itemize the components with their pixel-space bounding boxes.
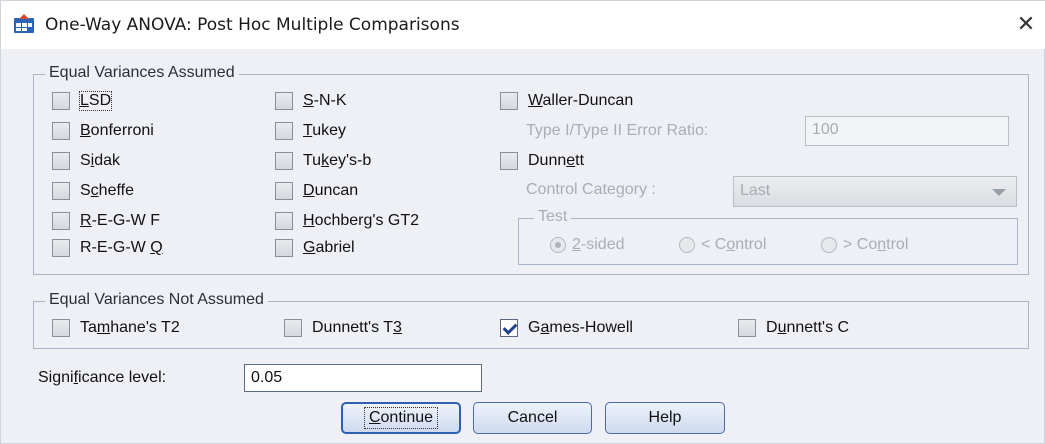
gabriel-label: Gabriel bbox=[303, 239, 355, 256]
snk-checkbox[interactable]: S-N-K bbox=[275, 92, 347, 110]
sidak-checkbox[interactable]: Sidak bbox=[52, 152, 120, 170]
cancel-label: Cancel bbox=[507, 409, 558, 426]
tamhanes-t2-label: Tamhane's T2 bbox=[80, 319, 180, 336]
checkbox-box[interactable] bbox=[52, 92, 70, 110]
regwq-checkbox[interactable]: R-E-G-W Q bbox=[52, 239, 163, 257]
bonferroni-label: Bonferroni bbox=[80, 122, 154, 139]
radio-dot[interactable] bbox=[679, 237, 695, 253]
title-bar[interactable]: One-Way ANOVA: Post Hoc Multiple Compari… bbox=[1, 1, 1045, 49]
radio-dot[interactable] bbox=[550, 237, 566, 253]
checkbox-box[interactable] bbox=[275, 182, 293, 200]
checkbox-box[interactable] bbox=[500, 92, 518, 110]
lsd-checkbox[interactable]: LSD bbox=[52, 91, 113, 111]
hochberg-label: Hochberg's GT2 bbox=[303, 212, 419, 229]
bonferroni-checkbox[interactable]: Bonferroni bbox=[52, 122, 154, 140]
checkbox-box[interactable] bbox=[52, 122, 70, 140]
continue-button[interactable]: Continue bbox=[341, 402, 461, 434]
less-than-control-radio[interactable]: < Control bbox=[679, 236, 766, 254]
tukeys-b-label: Tukey's-b bbox=[303, 152, 372, 169]
radio-dot[interactable] bbox=[821, 237, 837, 253]
equal-variances-assumed-legend: Equal Variances Assumed bbox=[45, 64, 239, 82]
regwf-label: R-E-G-W F bbox=[80, 212, 160, 229]
dunnetts-c-checkbox[interactable]: Dunnett's C bbox=[738, 319, 849, 337]
checkbox-box[interactable] bbox=[52, 239, 70, 257]
checkbox-box[interactable] bbox=[52, 182, 70, 200]
tamhanes-t2-checkbox[interactable]: Tamhane's T2 bbox=[52, 319, 180, 337]
checkbox-box[interactable] bbox=[275, 212, 293, 230]
chevron-down-icon bbox=[992, 189, 1006, 196]
checkbox-box[interactable] bbox=[738, 319, 756, 337]
window-title: One-Way ANOVA: Post Hoc Multiple Compari… bbox=[45, 15, 460, 35]
checkbox-box[interactable] bbox=[52, 212, 70, 230]
lsd-label: LSD bbox=[78, 91, 113, 111]
continue-label: Continue bbox=[363, 407, 439, 429]
two-sided-label: 2-sided bbox=[572, 236, 625, 253]
regwf-checkbox[interactable]: R-E-G-W F bbox=[52, 212, 160, 230]
dunnett-label: Dunnett bbox=[528, 152, 585, 169]
checkbox-box[interactable] bbox=[284, 319, 302, 337]
control-category-label: Control Category : bbox=[526, 181, 656, 198]
help-label: Help bbox=[648, 409, 682, 426]
snk-label: S-N-K bbox=[303, 92, 347, 109]
equal-variances-not-assumed-legend: Equal Variances Not Assumed bbox=[45, 291, 268, 309]
waller-duncan-label: Waller-Duncan bbox=[528, 92, 634, 109]
tukey-checkbox[interactable]: Tukey bbox=[275, 122, 346, 140]
checkbox-box[interactable] bbox=[275, 92, 293, 110]
app-icon bbox=[14, 14, 34, 33]
checkbox-box[interactable] bbox=[52, 319, 70, 337]
significance-level-label: Significance level: bbox=[38, 369, 167, 386]
duncan-label: Duncan bbox=[303, 182, 359, 199]
waller-duncan-checkbox[interactable]: Waller-Duncan bbox=[500, 92, 633, 110]
regwq-label: R-E-G-W Q bbox=[80, 239, 163, 256]
tukey-label: Tukey bbox=[303, 122, 346, 139]
duncan-checkbox[interactable]: Duncan bbox=[275, 182, 358, 200]
help-button[interactable]: Help bbox=[605, 402, 725, 434]
less-than-control-label: < Control bbox=[701, 236, 767, 253]
close-icon[interactable]: ✕ bbox=[1011, 11, 1041, 37]
checkbox-box[interactable] bbox=[275, 122, 293, 140]
significance-level-input[interactable] bbox=[244, 364, 482, 392]
checkbox-box[interactable] bbox=[500, 152, 518, 170]
scheffe-label: Scheffe bbox=[80, 182, 134, 199]
error-ratio-field[interactable]: 100 bbox=[805, 116, 1009, 146]
dunnett-checkbox[interactable]: Dunnett bbox=[500, 152, 584, 170]
checkmark-icon[interactable] bbox=[500, 319, 518, 337]
games-howell-checkbox[interactable]: Games-Howell bbox=[500, 319, 633, 337]
dunnetts-t3-checkbox[interactable]: Dunnett's T3 bbox=[284, 319, 402, 337]
greater-than-control-label: > Control bbox=[843, 236, 909, 253]
dialog-window: One-Way ANOVA: Post Hoc Multiple Compari… bbox=[0, 0, 1045, 444]
checkbox-box[interactable] bbox=[275, 152, 293, 170]
greater-than-control-radio[interactable]: > Control bbox=[821, 236, 908, 254]
control-category-value: Last bbox=[740, 182, 771, 199]
scheffe-checkbox[interactable]: Scheffe bbox=[52, 182, 134, 200]
cancel-button[interactable]: Cancel bbox=[473, 402, 592, 434]
error-ratio-label: Type I/Type II Error Ratio: bbox=[526, 122, 709, 139]
checkbox-box[interactable] bbox=[52, 152, 70, 170]
games-howell-label: Games-Howell bbox=[528, 319, 633, 336]
dunnetts-t3-label: Dunnett's T3 bbox=[312, 319, 402, 336]
tukeys-b-checkbox[interactable]: Tukey's-b bbox=[275, 152, 371, 170]
two-sided-radio[interactable]: 2-sided bbox=[550, 236, 624, 254]
gabriel-checkbox[interactable]: Gabriel bbox=[275, 239, 355, 257]
checkbox-box[interactable] bbox=[275, 239, 293, 257]
test-legend: Test bbox=[534, 208, 572, 226]
hochberg-checkbox[interactable]: Hochberg's GT2 bbox=[275, 212, 419, 230]
sidak-label: Sidak bbox=[80, 152, 121, 169]
control-category-dropdown[interactable]: Last bbox=[733, 176, 1017, 207]
dunnetts-c-label: Dunnett's C bbox=[766, 319, 850, 336]
